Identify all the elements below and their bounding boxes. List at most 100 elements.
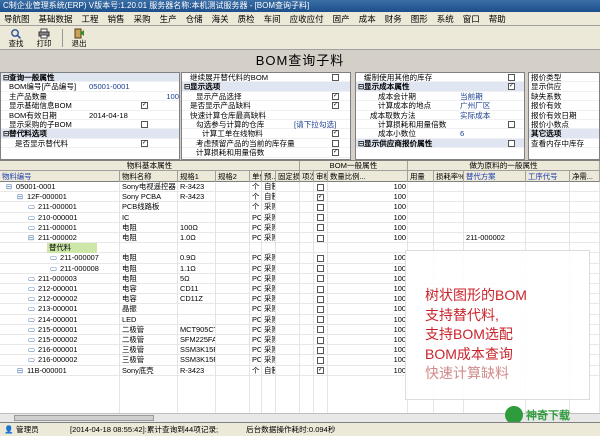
column-header[interactable]: 规格2 (216, 171, 250, 182)
menu-item[interactable]: 销售 (108, 13, 125, 25)
table-row[interactable]: ⊟05001-0001Sony电视遥控器R-3423个自制100 (0, 182, 600, 193)
loss-calc-checkbox[interactable] (332, 149, 339, 157)
column-header[interactable]: 物料名称 (120, 171, 178, 182)
tree-node-icon[interactable]: ▭ (26, 315, 36, 325)
menu-item[interactable]: 固产 (333, 13, 350, 25)
column-header[interactable]: 预... (262, 171, 276, 182)
expand-alt-checkbox[interactable] (332, 74, 339, 81)
tree-node-icon[interactable]: ▭ (26, 325, 36, 335)
exit-button[interactable]: 退出 (66, 28, 92, 48)
column-header[interactable]: 用量 (408, 171, 434, 182)
tree-node-icon[interactable]: ▭ (26, 304, 36, 314)
column-header[interactable]: 数量比例... (328, 171, 408, 182)
audit-checkbox[interactable] (317, 254, 324, 262)
audit-checkbox[interactable] (317, 316, 324, 324)
tree-node-icon[interactable]: ▭ (26, 284, 36, 294)
audit-checkbox[interactable] (317, 203, 324, 211)
bom-date-field[interactable]: 2014-04-18 (89, 111, 128, 120)
tree-node-icon[interactable]: ▭ (26, 294, 36, 304)
tree-node-icon[interactable]: ⊟ (15, 366, 25, 376)
table-row[interactable]: ▭211-000001PCB线路板个采购100 (0, 202, 600, 213)
show-cost-checkbox[interactable] (508, 83, 515, 91)
tree-node-icon[interactable]: ▭ (26, 213, 36, 223)
show-shortage-checkbox[interactable] (332, 102, 339, 110)
menu-item[interactable]: 导航图 (4, 13, 30, 25)
menu-item[interactable]: 质检 (238, 13, 255, 25)
show-product-checkbox[interactable] (332, 92, 339, 100)
tree-node-icon[interactable]: ▭ (26, 335, 36, 345)
cost-period-field[interactable]: 当前期 (460, 92, 483, 101)
tree-node-icon[interactable]: ⊟ (4, 182, 14, 192)
tree-node-icon[interactable]: ▭ (26, 202, 36, 212)
menu-item[interactable]: 图形 (411, 13, 428, 25)
qty-field[interactable]: 100 (141, 92, 179, 101)
audit-checkbox[interactable]: ✓ (317, 367, 324, 375)
tree-node-icon[interactable]: ⊟ (26, 233, 36, 243)
tree-node-icon[interactable]: ▭ (48, 264, 58, 274)
vendor-quote-checkbox[interactable] (508, 139, 515, 147)
column-header[interactable]: 单位 (250, 171, 262, 182)
tree-node-icon[interactable]: ▭ (26, 223, 36, 233)
menu-item[interactable]: 系统 (437, 13, 454, 25)
audit-checkbox[interactable] (317, 326, 324, 334)
column-header[interactable]: 固定损耗量 (276, 171, 300, 182)
audit-checkbox[interactable] (317, 285, 324, 293)
cost-decimals-field[interactable]: 6 (460, 129, 464, 138)
menu-item[interactable]: 工程 (82, 13, 99, 25)
audit-checkbox[interactable] (317, 336, 324, 344)
column-header[interactable]: 物料编号 (0, 171, 120, 182)
table-row[interactable]: ▭210-000001ICPC采购100 (0, 213, 600, 223)
reserved-checkbox[interactable] (332, 139, 339, 147)
print-button[interactable]: 打印 (31, 28, 57, 48)
column-header[interactable]: 项次 (300, 171, 314, 182)
find-button[interactable]: 查找 (3, 28, 29, 48)
audit-checkbox[interactable] (317, 275, 324, 283)
show-alt-checkbox[interactable] (141, 139, 148, 147)
audit-checkbox[interactable] (317, 183, 324, 191)
menu-item[interactable]: 采购 (134, 13, 151, 25)
table-row[interactable]: ▭211-000001电阻100ΩPC采购100 (0, 223, 600, 233)
menu-item[interactable]: 成本 (359, 13, 376, 25)
menu-item[interactable]: 海关 (212, 13, 229, 25)
audit-checkbox[interactable] (317, 295, 324, 303)
tree-node-icon[interactable]: ▭ (26, 274, 36, 284)
audit-checkbox[interactable] (317, 214, 324, 222)
audit-checkbox[interactable] (317, 234, 324, 242)
menu-item[interactable]: 窗口 (463, 13, 480, 25)
bom-no-field[interactable]: 05001-0001 (89, 82, 130, 91)
column-header[interactable]: 工序代号 (526, 171, 570, 182)
column-header[interactable]: 替代方案 (464, 171, 526, 182)
cost-loss-checkbox[interactable] (508, 120, 515, 128)
column-header[interactable]: 损耗率% (434, 171, 464, 182)
menu-item[interactable]: 仓储 (186, 13, 203, 25)
menu-item[interactable]: 基础数据 (39, 13, 73, 25)
column-header[interactable]: 净需... (570, 171, 600, 182)
audit-checkbox[interactable] (317, 265, 324, 273)
wip-checkbox[interactable] (332, 130, 339, 138)
column-header[interactable]: 规格1 (178, 171, 216, 182)
menu-item[interactable]: 帮助 (489, 13, 506, 25)
tree-node-icon[interactable]: ▭ (26, 355, 36, 365)
audit-checkbox[interactable]: ✓ (317, 193, 324, 201)
use-other-stock-checkbox[interactable] (508, 74, 515, 81)
audit-checkbox[interactable] (317, 224, 324, 232)
menu-item[interactable]: 车间 (264, 13, 281, 25)
cost-method-field[interactable]: 实际成本 (460, 111, 490, 120)
show-buy-checkbox[interactable] (141, 120, 148, 128)
show-base-checkbox[interactable] (141, 102, 148, 110)
scrollbar-thumb[interactable] (14, 415, 154, 421)
table-row[interactable]: ⊟211-000002电阻1.0ΩPC采购100211-000002 (0, 233, 600, 244)
menu-item[interactable]: 财务 (385, 13, 402, 25)
cost-site-field[interactable]: 广州厂区 (460, 101, 490, 110)
tree-node-icon[interactable]: ▭ (48, 253, 58, 263)
tree-node-icon[interactable]: ▭ (26, 345, 36, 355)
audit-checkbox[interactable] (317, 305, 324, 313)
audit-checkbox[interactable] (317, 346, 324, 354)
warehouse-dropdown[interactable]: [请下拉勾选] (294, 120, 336, 129)
menu-item[interactable]: 应收应付 (290, 13, 324, 25)
tree-node-icon[interactable]: ⊟ (15, 192, 25, 202)
group-node-icon[interactable] (37, 243, 47, 253)
menu-item[interactable]: 生产 (160, 13, 177, 25)
table-row[interactable]: ⊟12F-000001Sony PCBAR-3423个自制✓100 (0, 192, 600, 203)
audit-checkbox[interactable] (317, 356, 324, 364)
